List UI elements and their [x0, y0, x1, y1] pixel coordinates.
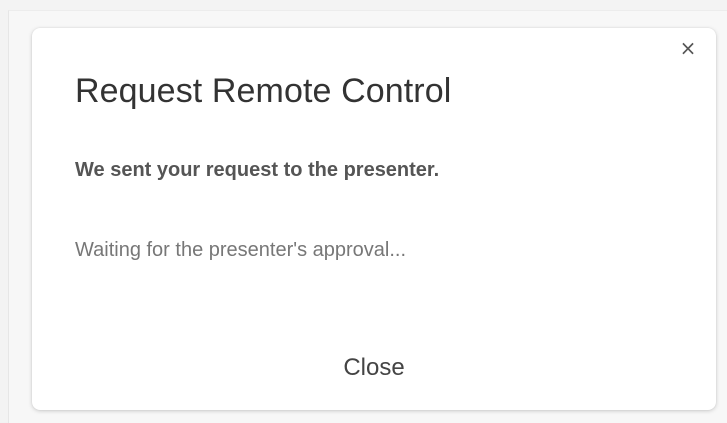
close-button[interactable]: Close: [294, 348, 454, 388]
approval-status-text: Waiting for the presenter's approval...: [75, 239, 407, 261]
dialog-title: Request Remote Control: [75, 72, 452, 110]
request-sent-message: We sent your request to the presenter.: [75, 159, 440, 181]
request-remote-control-dialog: × Request Remote Control We sent your re…: [32, 28, 716, 410]
close-icon[interactable]: ×: [678, 38, 698, 58]
